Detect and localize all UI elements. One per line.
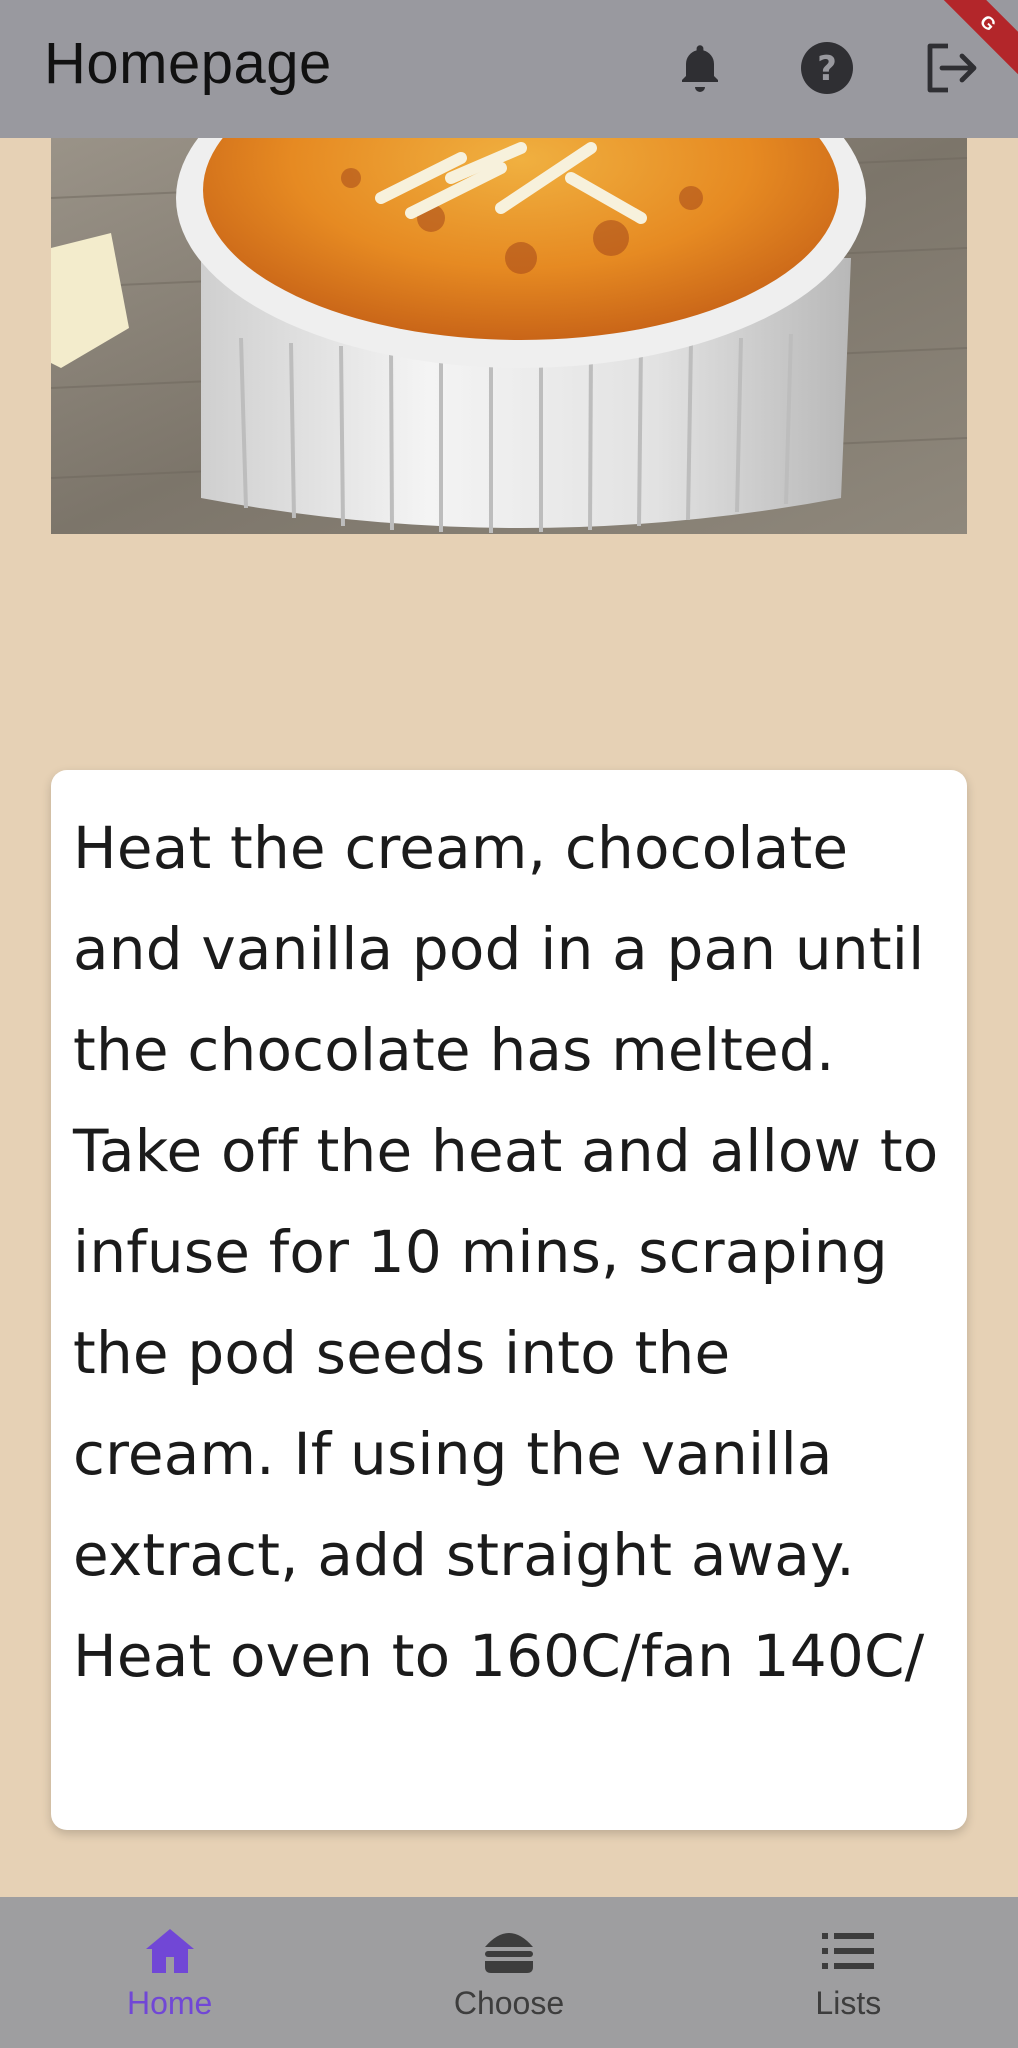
svg-text:?: ? [817,49,837,89]
burger-icon [481,1923,537,1979]
page-title: Homepage [44,31,332,96]
nav-label-choose: Choose [453,1985,565,2021]
home-icon [142,1923,198,1979]
recipe-step-card: Heat the cream, chocolate and vanilla po… [51,770,967,1830]
app-bar: Homepage ? G [0,0,1018,138]
nav-item-choose[interactable]: Choose [339,1897,678,2048]
bottom-navigation: Home Choose Lists [0,1897,1018,2048]
logout-icon[interactable] [920,36,984,100]
bell-icon[interactable] [668,36,732,100]
help-icon[interactable]: ? [795,36,859,100]
nav-label-home: Home [126,1985,213,2021]
nav-label-lists: Lists [815,1985,882,2021]
nav-item-lists[interactable]: Lists [679,1897,1018,2048]
list-icon [820,1923,876,1979]
recipe-step-text: Heat the cream, chocolate and vanilla po… [73,814,939,1690]
nav-item-home[interactable]: Home [0,1897,339,2048]
hero-image [51,138,967,534]
